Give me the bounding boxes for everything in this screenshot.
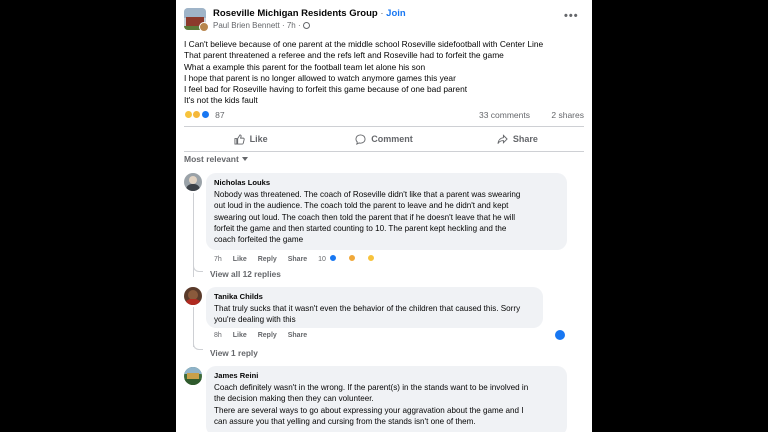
comment-line: Coach definitely wasn't in the wrong. If… bbox=[214, 383, 529, 392]
author-name[interactable]: Paul Brien Bennett bbox=[213, 21, 280, 30]
post-card: Roseville Michigan Residents Group · Joi… bbox=[176, 0, 592, 432]
post-line: I Can't believe because of one parent at… bbox=[184, 39, 544, 49]
comment-line: out loud in the audience. The coach told… bbox=[214, 201, 509, 211]
post-line: That parent threatened a referee and the… bbox=[184, 50, 504, 61]
sort-label: Most relevant bbox=[184, 154, 239, 164]
wow-reaction-icon bbox=[347, 254, 356, 262]
share-button[interactable]: Share bbox=[451, 128, 584, 150]
like-reaction-icon bbox=[200, 110, 210, 119]
join-button[interactable]: Join bbox=[386, 8, 406, 19]
caret-down-icon bbox=[241, 157, 248, 161]
comment-line: There are several ways to go about expre… bbox=[214, 405, 524, 415]
comment-text: That truly sucks that it wasn't even the… bbox=[214, 303, 535, 326]
globe-icon bbox=[302, 22, 310, 29]
post-line: What a example this parent for the footb… bbox=[184, 61, 426, 72]
comment-text: Coach definitely wasn't in the wrong. If… bbox=[214, 382, 559, 427]
comment-reaction-count: 10 bbox=[318, 256, 326, 263]
post-time[interactable]: 7h bbox=[287, 21, 296, 30]
thread-hook bbox=[193, 262, 203, 272]
like-icon bbox=[234, 133, 245, 145]
like-reaction-icon[interactable] bbox=[555, 330, 565, 340]
like-reaction-icon bbox=[328, 254, 337, 262]
shares-count[interactable]: 2 shares bbox=[551, 110, 584, 120]
separator: · bbox=[281, 21, 285, 30]
comment-like-button[interactable]: Like bbox=[233, 256, 247, 263]
comment-bubble: Tanika Childs That truly sucks that it w… bbox=[206, 287, 543, 328]
group-name[interactable]: Roseville Michigan Residents Group bbox=[213, 8, 378, 19]
group-line: Roseville Michigan Residents Group · Joi… bbox=[213, 8, 406, 19]
action-bar: Like Comment Share bbox=[184, 128, 584, 150]
sad-reaction-icon bbox=[366, 254, 375, 262]
view-replies-link[interactable]: View 1 reply bbox=[210, 348, 258, 358]
comment-line: can assure you that yelling and cursing … bbox=[214, 416, 476, 426]
post-line: It's not the kids fault bbox=[184, 95, 258, 106]
comment-share-button[interactable]: Share bbox=[288, 256, 307, 263]
reactions-summary: 87 33 comments 2 shares bbox=[184, 110, 584, 124]
comment-line: Nobody was threatened. The coach of Rose… bbox=[214, 190, 521, 199]
comment-time[interactable]: 8h bbox=[214, 332, 222, 339]
commenter-name[interactable]: James Reini bbox=[214, 371, 559, 381]
divider bbox=[184, 151, 584, 152]
commenter-avatar[interactable] bbox=[184, 287, 202, 305]
separator: · bbox=[298, 21, 301, 30]
comment-line: forfeit the game and then started counti… bbox=[214, 223, 507, 233]
separator: · bbox=[380, 8, 384, 19]
divider bbox=[184, 126, 584, 127]
reaction-count: 87 bbox=[215, 110, 225, 120]
comment-button[interactable]: Comment bbox=[317, 128, 450, 150]
comment-bubble: Nicholas Louks Nobody was threatened. Th… bbox=[206, 173, 567, 250]
post-line: I feel bad for Roseville having to forfe… bbox=[184, 84, 468, 95]
like-button[interactable]: Like bbox=[184, 128, 317, 150]
comment-share-button[interactable]: Share bbox=[288, 332, 307, 339]
comment-reply-button[interactable]: Reply bbox=[258, 256, 277, 263]
more-icon[interactable]: ••• bbox=[564, 10, 579, 22]
share-label: Share bbox=[512, 134, 538, 144]
comment-reactions[interactable]: 10 bbox=[318, 254, 384, 263]
thread-hook bbox=[193, 340, 203, 350]
post-line: I hope that parent is no longer allowed … bbox=[184, 72, 456, 83]
comment-text: Nobody was threatened. The coach of Rose… bbox=[214, 189, 559, 245]
like-label: Like bbox=[249, 134, 268, 144]
comment-line: That truly sucks that it wasn't even the… bbox=[214, 304, 521, 313]
comments-count[interactable]: 33 comments bbox=[479, 110, 530, 120]
comment-time[interactable]: 7h bbox=[214, 256, 222, 263]
comment-actions: 7h Like Reply Share 10 bbox=[214, 254, 384, 263]
comment-like-button[interactable]: Like bbox=[233, 332, 247, 339]
comment-bubble: James Reini Coach definitely wasn't in t… bbox=[206, 366, 567, 432]
commenter-name[interactable]: Tanika Childs bbox=[214, 292, 535, 302]
view-replies-link[interactable]: View all 12 replies bbox=[210, 269, 281, 279]
commenter-name[interactable]: Nicholas Louks bbox=[214, 178, 559, 188]
comment-line: the decision making then they can volunt… bbox=[214, 394, 374, 404]
reactions-button[interactable]: 87 bbox=[184, 110, 225, 120]
comment-line: coach forfeited the game bbox=[214, 235, 304, 245]
commenter-avatar[interactable] bbox=[184, 367, 202, 385]
comment-reply-button[interactable]: Reply bbox=[258, 332, 277, 339]
comment-line: you're dealing with this bbox=[214, 315, 296, 325]
comment-actions: 8h Like Reply Share bbox=[214, 332, 316, 339]
author-avatar[interactable] bbox=[199, 22, 209, 32]
share-icon bbox=[497, 133, 508, 144]
commenter-avatar[interactable] bbox=[184, 173, 202, 191]
sort-dropdown[interactable]: Most relevant bbox=[184, 154, 248, 164]
post-meta: Paul Brien Bennett · 7h · bbox=[213, 21, 310, 30]
post-header: Roseville Michigan Residents Group · Joi… bbox=[176, 0, 592, 36]
post-body: I Can't believe because of one parent at… bbox=[184, 39, 588, 107]
comment-line: swearing out loud. The coach then told t… bbox=[214, 212, 516, 222]
comment-label: Comment bbox=[371, 134, 413, 144]
comment-icon bbox=[355, 133, 366, 145]
